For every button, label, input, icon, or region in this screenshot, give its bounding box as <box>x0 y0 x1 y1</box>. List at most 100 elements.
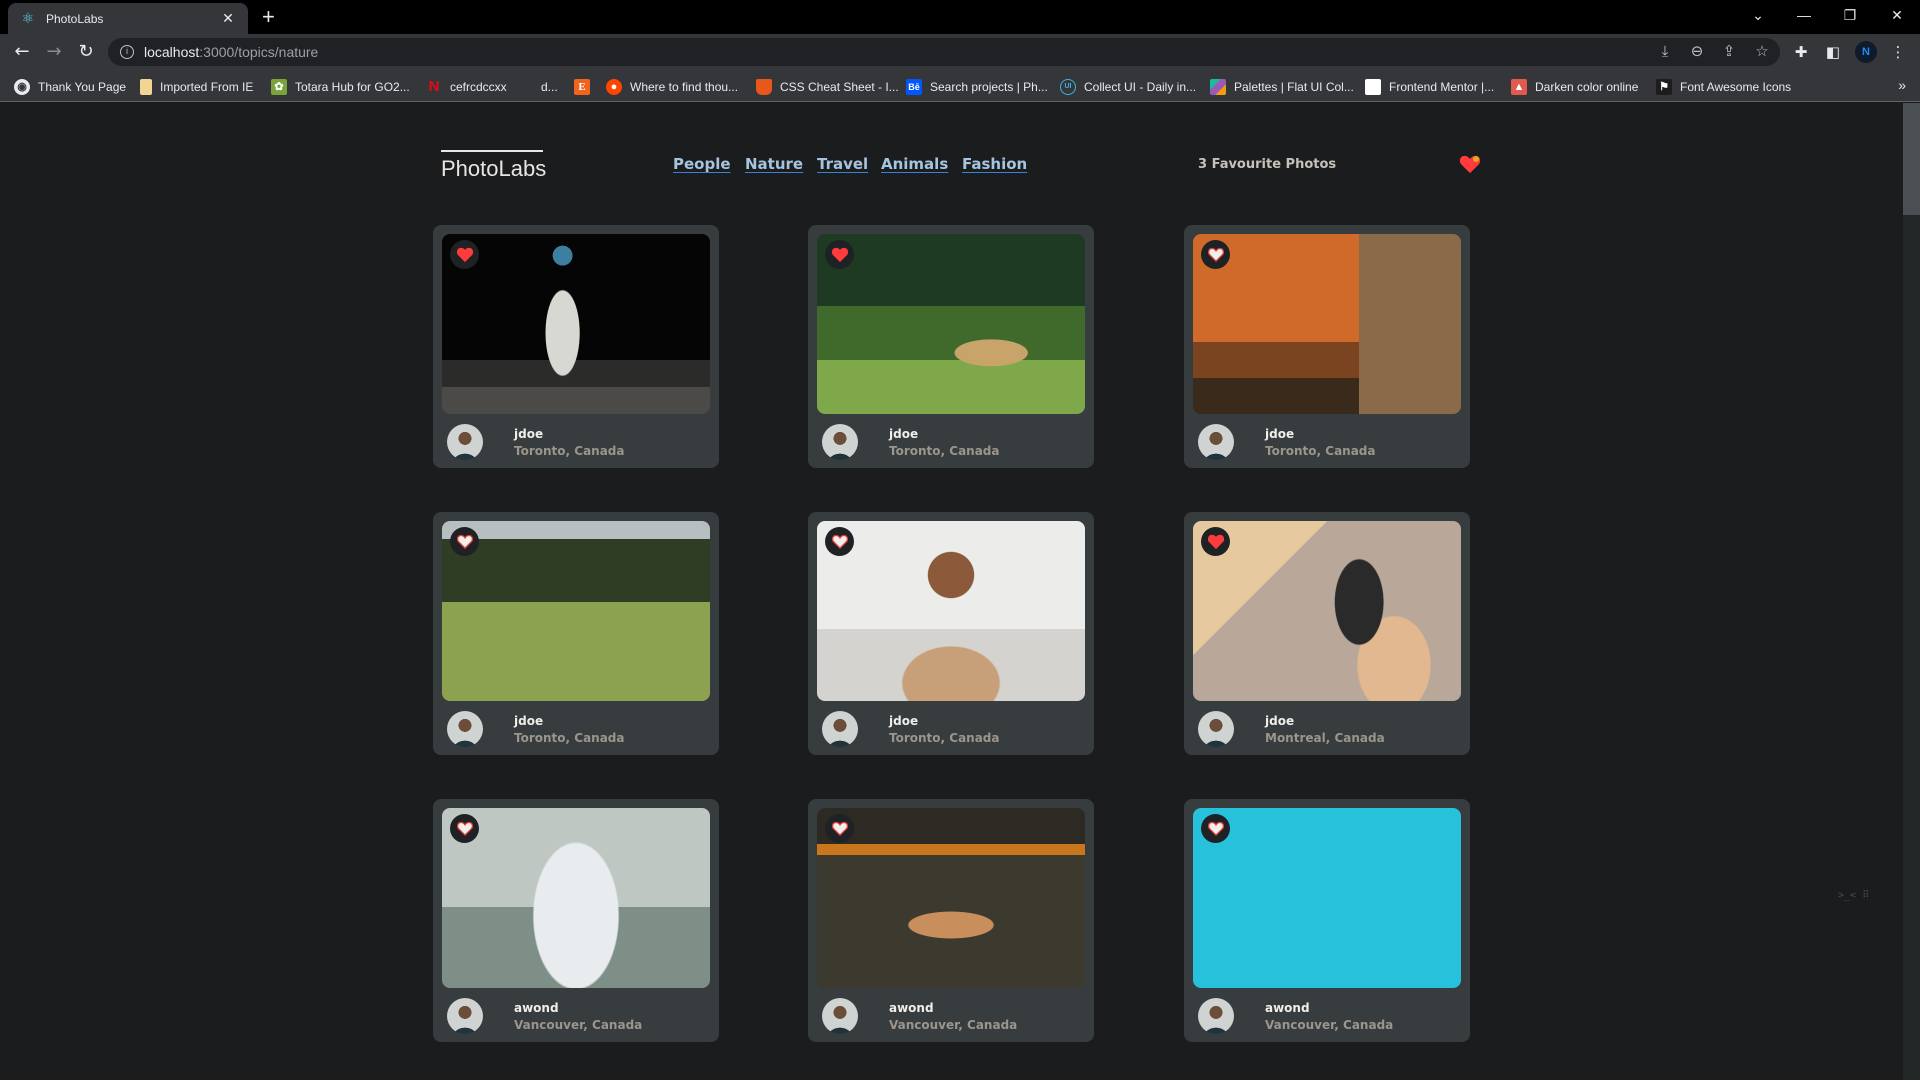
favourite-toggle-button[interactable] <box>825 814 854 843</box>
minimize-button[interactable]: — <box>1781 0 1827 30</box>
flag-icon: ⚑ <box>1656 79 1672 95</box>
heart-icon <box>1207 247 1224 262</box>
photolabs-page: PhotoLabs People Nature Travel Animals F… <box>0 103 1903 1080</box>
photo-image[interactable] <box>1193 521 1461 701</box>
photo-username: jdoe <box>1265 714 1295 728</box>
page-scrollbar[interactable] <box>1903 103 1920 1080</box>
favourite-toggle-button[interactable] <box>450 814 479 843</box>
heart-icon <box>1207 821 1224 836</box>
profile-avatar[interactable]: N <box>1855 41 1877 63</box>
bookmark-behance[interactable]: Bē Search projects | Ph... <box>906 78 1048 96</box>
forward-icon[interactable]: → <box>42 40 66 64</box>
favourite-toggle-button[interactable] <box>1201 814 1230 843</box>
address-bar[interactable]: i localhost:3000/topics/nature <box>108 38 1780 66</box>
avatar <box>447 998 483 1034</box>
extensions-icon[interactable]: ✚ <box>1790 41 1812 63</box>
photo-card: jdoe Toronto, Canada <box>1184 225 1470 468</box>
bookmark-font-awesome[interactable]: ⚑ Font Awesome Icons <box>1656 78 1791 96</box>
bookmark-reddit[interactable]: ● Where to find thou... <box>606 78 738 96</box>
close-window-button[interactable]: ✕ <box>1874 0 1920 30</box>
photo-image[interactable] <box>442 234 710 414</box>
photo-card: awond Vancouver, Canada <box>433 799 719 1042</box>
close-tab-icon[interactable]: ✕ <box>220 11 236 27</box>
photo-card: awond Vancouver, Canada <box>808 799 1094 1042</box>
topic-link-animals[interactable]: Animals <box>881 155 948 173</box>
photo-location: Toronto, Canada <box>889 444 1000 458</box>
url-text[interactable]: localhost:3000/topics/nature <box>144 44 318 60</box>
site-info-icon[interactable]: i <box>120 45 134 59</box>
photo-location: Vancouver, Canada <box>1265 1018 1394 1032</box>
share-icon[interactable]: ⇪ <box>1718 40 1740 62</box>
bookmark-imported-from-ie[interactable]: Imported From IE <box>140 78 253 96</box>
photo-image[interactable] <box>817 808 1085 988</box>
frontendmentor-icon <box>1365 79 1381 95</box>
bookmark-frontend-mentor[interactable]: Frontend Mentor |... <box>1365 78 1494 96</box>
new-tab-button[interactable]: + <box>262 5 275 29</box>
more-bookmarks-icon[interactable]: » <box>1898 77 1906 93</box>
photo-username: jdoe <box>514 714 544 728</box>
topic-link-travel[interactable]: Travel <box>817 155 868 173</box>
photo-username: awond <box>889 1001 934 1015</box>
photo-card: jdoe Toronto, Canada <box>433 225 719 468</box>
bookmark-cefrcdccxx[interactable]: N cefrcdccxx <box>426 78 507 96</box>
totara-icon: ✿ <box>271 79 287 95</box>
topic-link-nature[interactable]: Nature <box>745 155 803 173</box>
photo-image[interactable] <box>1193 234 1461 414</box>
browser-tab-photolabs[interactable]: ⚛ PhotoLabs ✕ <box>8 3 248 34</box>
logo[interactable]: PhotoLabs <box>441 150 546 182</box>
favourite-toggle-button[interactable] <box>1201 527 1230 556</box>
browser-titlebar: ⚛ PhotoLabs ✕ + ⌄ — ❐ ✕ <box>0 0 1920 34</box>
photo-card: jdoe Toronto, Canada <box>433 512 719 755</box>
photo-username: jdoe <box>889 714 919 728</box>
photo-image[interactable] <box>1193 808 1461 988</box>
photo-location: Toronto, Canada <box>1265 444 1376 458</box>
bookmark-palettes[interactable]: Palettes | Flat UI Col... <box>1210 78 1354 96</box>
heart-icon <box>831 247 848 262</box>
folder-icon <box>140 79 152 95</box>
favourite-toggle-button[interactable] <box>450 240 479 269</box>
photo-username: jdoe <box>514 427 544 441</box>
avatar <box>822 424 858 460</box>
install-app-icon[interactable]: ⤓ <box>1654 40 1676 62</box>
reload-icon[interactable]: ↻ <box>74 40 98 64</box>
favourite-toggle-button[interactable] <box>825 527 854 556</box>
favourite-toggle-button[interactable] <box>1201 240 1230 269</box>
side-panel-icon[interactable]: ◧ <box>1822 41 1844 63</box>
back-icon[interactable]: ← <box>10 40 34 64</box>
zoom-out-icon[interactable]: ⊖ <box>1686 40 1708 62</box>
topic-link-fashion[interactable]: Fashion <box>962 155 1027 173</box>
avatar <box>1198 711 1234 747</box>
reddit-icon: ● <box>606 79 622 95</box>
bookmark-css-cheat-sheet[interactable]: CSS Cheat Sheet - I... <box>756 78 899 96</box>
avatar <box>447 424 483 460</box>
restore-button[interactable]: ❐ <box>1827 0 1873 30</box>
photo-image[interactable] <box>817 521 1085 701</box>
photo-location: Vancouver, Canada <box>514 1018 643 1032</box>
favourite-toggle-button[interactable] <box>825 240 854 269</box>
favourite-toggle-button[interactable] <box>450 527 479 556</box>
avatar <box>822 998 858 1034</box>
bookmark-totara-hub[interactable]: ✿ Totara Hub for GO2... <box>271 78 410 96</box>
tab-search-icon[interactable]: ⌄ <box>1735 0 1781 30</box>
topic-link-people[interactable]: People <box>673 155 731 173</box>
bookmark-thank-you-page[interactable]: ◉ Thank You Page <box>14 78 126 96</box>
bookmark-star-icon[interactable]: ☆ <box>1751 40 1773 62</box>
photo-location: Vancouver, Canada <box>889 1018 1018 1032</box>
photo-card: jdoe Toronto, Canada <box>808 512 1094 755</box>
bookmark-collect-ui[interactable]: UI Collect UI - Daily in... <box>1060 78 1196 96</box>
photo-image[interactable] <box>817 234 1085 414</box>
photo-card: jdoe Toronto, Canada <box>808 225 1094 468</box>
collectui-icon: UI <box>1060 79 1076 95</box>
photo-location: Montreal, Canada <box>1265 731 1385 745</box>
tree-icon: ▲ <box>1511 79 1527 95</box>
bookmark-darken-color[interactable]: ▲ Darken color online <box>1511 78 1638 96</box>
favourites-badge[interactable] <box>1459 154 1481 174</box>
photo-image[interactable] <box>442 808 710 988</box>
photo-image[interactable] <box>442 521 710 701</box>
bookmark-d[interactable]: d... <box>541 78 558 96</box>
favourites-count: 3 Favourite Photos <box>1198 157 1337 172</box>
scrollbar-thumb[interactable] <box>1903 103 1920 215</box>
bookmark-etsy[interactable]: E <box>574 78 598 96</box>
menu-kebab-icon[interactable]: ⋮ <box>1887 41 1909 63</box>
photo-card: awond Vancouver, Canada <box>1184 799 1470 1042</box>
